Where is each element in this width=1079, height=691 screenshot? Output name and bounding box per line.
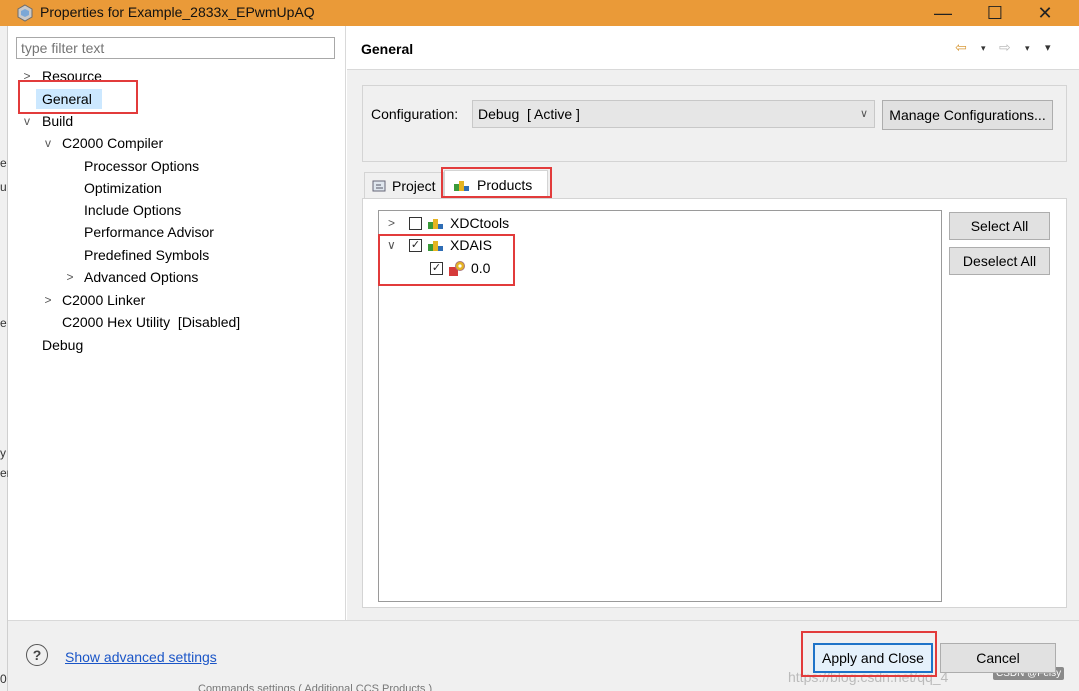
background-text: e xyxy=(0,156,7,170)
products-icon xyxy=(454,181,469,191)
products-tab-panel: > XDCtools ∨ ✓ XDAIS ✓ 0.0 Select All De… xyxy=(362,198,1067,608)
expand-arrow-icon[interactable]: > xyxy=(41,291,55,309)
background-text: u xyxy=(0,180,7,194)
forward-dropdown-icon[interactable]: ▾ xyxy=(1025,39,1030,57)
expand-arrow-icon[interactable]: > xyxy=(20,67,34,85)
product-icon xyxy=(428,219,443,229)
tab-project-label: Project xyxy=(392,177,436,194)
tree-item-processor-options[interactable]: Processor Options xyxy=(84,157,199,175)
tree-item-c2000-hex-utility[interactable]: C2000 Hex Utility [Disabled] xyxy=(62,313,240,331)
configuration-value: Debug [ Active ] xyxy=(478,106,580,122)
deselect-all-button[interactable]: Deselect All xyxy=(949,247,1050,275)
project-icon xyxy=(372,180,386,191)
title-bar: Properties for Example_2833x_EPwmUpAQ — … xyxy=(0,0,1079,26)
category-tree-pane: > Resource General v Build v C2000 Compi… xyxy=(8,26,346,620)
tab-products[interactable]: Products xyxy=(444,170,548,199)
configuration-select[interactable]: Debug [ Active ] ∨ xyxy=(472,100,875,128)
apply-and-close-button[interactable]: Apply and Close xyxy=(813,643,933,673)
product-icon xyxy=(428,241,443,251)
tree-item-include-options[interactable]: Include Options xyxy=(84,201,181,219)
app-icon xyxy=(17,4,33,22)
xdais-checkbox[interactable]: ✓ xyxy=(409,239,422,252)
products-tree[interactable]: > XDCtools ∨ ✓ XDAIS ✓ 0.0 xyxy=(378,210,942,602)
tree-item-optimization[interactable]: Optimization xyxy=(84,179,162,197)
background-window-edge: e u e y er 0 xyxy=(0,26,11,691)
maximize-button[interactable]: ☐ xyxy=(972,0,1018,26)
minimize-button[interactable]: — xyxy=(920,0,966,26)
show-advanced-settings-link[interactable]: Show advanced settings xyxy=(65,649,217,665)
chevron-down-icon: ∨ xyxy=(859,108,868,120)
collapse-arrow-icon[interactable]: v xyxy=(20,112,34,130)
background-text: Commands settings ( Additional CCS Produ… xyxy=(198,683,433,691)
tree-item-c2000-compiler[interactable]: C2000 Compiler xyxy=(62,134,163,152)
collapse-arrow-icon[interactable]: ∨ xyxy=(387,236,396,254)
tree-item-c2000-linker[interactable]: C2000 Linker xyxy=(62,291,145,309)
background-text: y xyxy=(0,446,6,460)
help-icon[interactable]: ? xyxy=(26,644,48,666)
version-icon xyxy=(449,261,465,276)
tab-products-label: Products xyxy=(477,177,533,193)
tab-project[interactable]: Project xyxy=(364,172,444,198)
forward-arrow-icon[interactable]: ⇨ xyxy=(999,38,1011,56)
background-text: e xyxy=(0,316,7,330)
background-text: 0 xyxy=(0,672,7,686)
tree-item-resource[interactable]: Resource xyxy=(42,67,102,85)
tree-item-build[interactable]: Build xyxy=(42,112,73,130)
filter-input[interactable] xyxy=(16,37,335,59)
product-label-xdais: XDAIS xyxy=(450,237,493,253)
tree-item-general[interactable]: General xyxy=(42,90,92,108)
product-label-xdctools: XDCtools xyxy=(450,215,510,231)
configuration-label: Configuration: xyxy=(371,106,459,122)
page-header: General ⇦ ▾ ⇨ ▾ ▾ xyxy=(347,26,1079,70)
view-menu-icon[interactable]: ▾ xyxy=(1045,39,1051,57)
close-button[interactable]: ✕ xyxy=(1022,0,1068,26)
cancel-button[interactable]: Cancel xyxy=(940,643,1056,673)
page-title: General xyxy=(361,41,414,57)
expand-arrow-icon[interactable]: > xyxy=(63,268,77,286)
version-checkbox[interactable]: ✓ xyxy=(430,262,443,275)
back-dropdown-icon[interactable]: ▾ xyxy=(981,39,986,57)
dialog-button-bar: ? Show advanced settings https://blog.cs… xyxy=(8,620,1079,691)
xdctools-checkbox[interactable] xyxy=(409,217,422,230)
back-arrow-icon[interactable]: ⇦ xyxy=(955,38,967,56)
tree-item-performance-advisor[interactable]: Performance Advisor xyxy=(84,223,214,241)
tree-item-advanced-options[interactable]: Advanced Options xyxy=(84,268,198,286)
tree-item-debug[interactable]: Debug xyxy=(42,336,83,354)
expand-arrow-icon[interactable]: > xyxy=(388,214,395,232)
collapse-arrow-icon[interactable]: v xyxy=(41,134,55,152)
properties-page: General ⇦ ▾ ⇨ ▾ ▾ Configuration: Debug [… xyxy=(347,26,1079,620)
configuration-group: Configuration: Debug [ Active ] ∨ Manage… xyxy=(362,85,1067,162)
manage-configurations-button[interactable]: Manage Configurations... xyxy=(882,100,1053,130)
tree-item-predefined-symbols[interactable]: Predefined Symbols xyxy=(84,246,209,264)
version-label: 0.0 xyxy=(471,260,491,276)
window-title: Properties for Example_2833x_EPwmUpAQ xyxy=(40,4,315,20)
select-all-button[interactable]: Select All xyxy=(949,212,1050,240)
